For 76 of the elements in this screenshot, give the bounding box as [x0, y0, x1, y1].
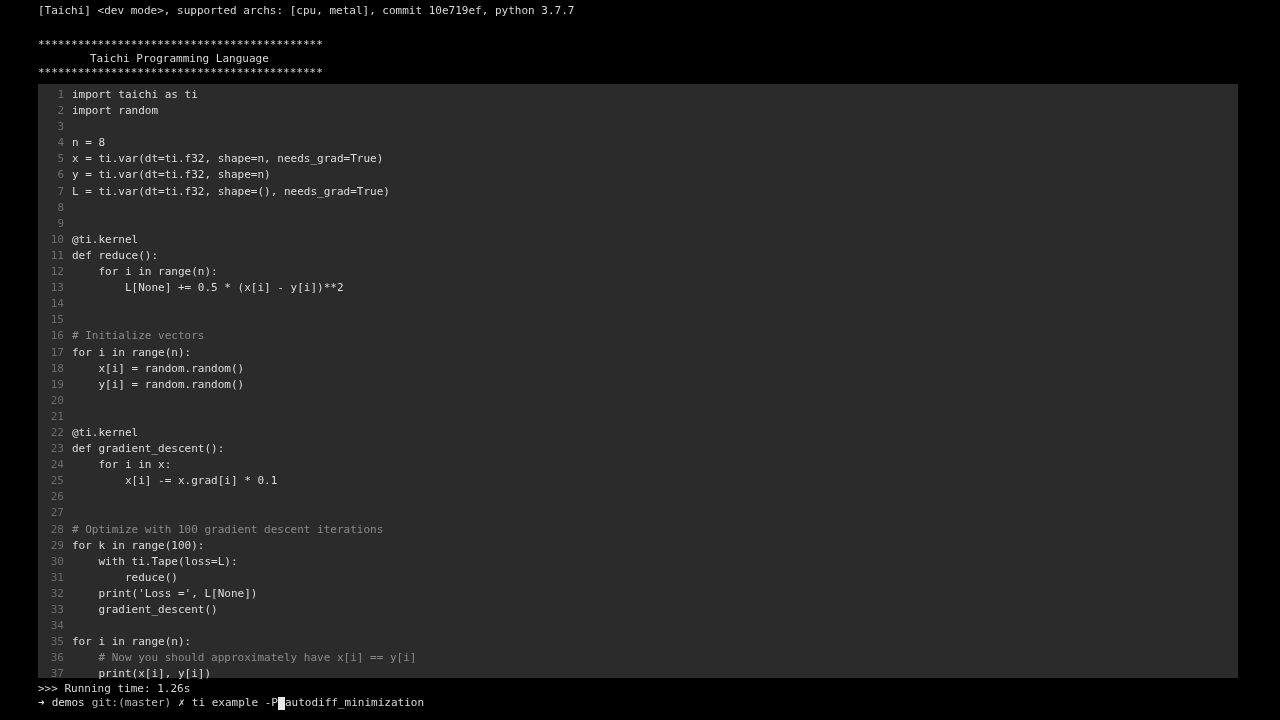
line-number: 37 [49, 666, 65, 683]
line-number: 14 [49, 296, 65, 313]
line-number: 2 [56, 103, 65, 120]
line-number: 16 [49, 328, 65, 345]
code-comment: # Initialize vectors [72, 328, 205, 345]
line-number: 3 [56, 119, 65, 136]
code-line: def gradient_descent(): [72, 441, 225, 458]
code-line: @ti.kernel [72, 231, 139, 248]
command-argument: autodiff_minimization [284, 696, 425, 710]
code-line: with ti.Tape(loss=L): [97, 553, 238, 570]
line-number: 12 [49, 264, 65, 281]
line-number: 9 [56, 215, 65, 232]
terminal-output-line: ******************************************* [37, 66, 323, 80]
line-number: 15 [49, 312, 65, 329]
line-number: 36 [49, 650, 65, 667]
line-number: 22 [49, 424, 65, 441]
line-number: 28 [49, 521, 65, 538]
code-line: x = ti.var(dt=ti.f32, shape=n, needs_grad=True) [72, 151, 384, 168]
line-number: 30 [49, 553, 65, 570]
line-number: 7 [56, 183, 65, 200]
line-number: 24 [49, 457, 65, 474]
code-line: def reduce(): [72, 247, 159, 264]
line-number: 31 [49, 569, 65, 586]
code-line: print('Loss =', L[None]) [97, 585, 258, 602]
code-line: n = 8 [72, 135, 106, 152]
code-line: L = ti.var(dt=ti.f32, shape=(), needs_grad=True) [72, 183, 390, 200]
prompt-directory: demos [51, 696, 85, 710]
code-line: for i in range(n): [72, 634, 192, 651]
code-line: reduce() [123, 569, 178, 586]
line-number: 13 [49, 280, 65, 297]
terminal-output-line: [Taichi] <dev mode>, supported archs: [cpu, metal], commit 10e719ef, python 3.7.7 [37, 4, 576, 18]
code-line: L[None] += 0.5 * (x[i] - y[i])**2 [123, 280, 344, 297]
line-number: 33 [49, 602, 65, 618]
dirty-mark: ✗ [178, 696, 185, 710]
code-line: for i in range(n): [72, 344, 192, 361]
line-number: 5 [56, 151, 65, 168]
line-number: 25 [49, 473, 65, 490]
code-line: for k in range(100): [72, 537, 205, 554]
terminal-output-line: >>> Running time: 1.26s [37, 682, 192, 696]
line-number: 10 [49, 231, 65, 248]
code-line: y[i] = random.random() [97, 376, 245, 393]
code-comment: # Now you should approximately have x[i] == y[i] [97, 650, 417, 667]
line-number: 29 [49, 537, 65, 554]
prompt-arrow: ➜ [38, 696, 45, 710]
line-number: 17 [49, 344, 65, 361]
terminal-output-line: Taichi Programming Language [89, 52, 269, 66]
line-number: 19 [49, 376, 65, 393]
line-number: 21 [49, 408, 65, 425]
code-comment: # Optimize with 100 gradient descent iterations [72, 521, 384, 538]
line-number: 32 [49, 585, 65, 602]
code-line: for i in x: [97, 457, 172, 474]
command-text: ti example -P [191, 696, 278, 710]
code-line: print(x[i], y[i]) [97, 666, 212, 683]
code-line: x[i] = random.random() [97, 360, 245, 377]
line-number: 11 [49, 247, 65, 264]
line-number: 6 [56, 167, 65, 184]
line-number: 20 [49, 392, 65, 409]
code-line: @ti.kernel [72, 424, 139, 441]
cursor-icon [277, 696, 285, 710]
line-number: 18 [49, 360, 65, 377]
terminal-output-line: ******************************************* [37, 38, 323, 52]
line-number: 34 [49, 618, 65, 635]
line-number: 1 [56, 87, 65, 103]
git-branch: git:(master) [91, 696, 172, 710]
line-number: 27 [49, 505, 65, 522]
code-line: import taichi as ti [72, 87, 198, 103]
line-number: 8 [56, 199, 65, 216]
code-line: x[i] -= x.grad[i] * 0.1 [123, 473, 278, 490]
code-line: gradient_descent() [97, 602, 218, 618]
code-line: import random [72, 103, 159, 120]
line-number: 35 [49, 634, 65, 651]
line-number: 23 [49, 441, 65, 458]
code-line: y = ti.var(dt=ti.f32, shape=n) [72, 167, 271, 184]
code-line: for i in range(n): [97, 264, 218, 281]
line-number: 4 [56, 135, 65, 152]
line-number: 26 [49, 489, 65, 506]
